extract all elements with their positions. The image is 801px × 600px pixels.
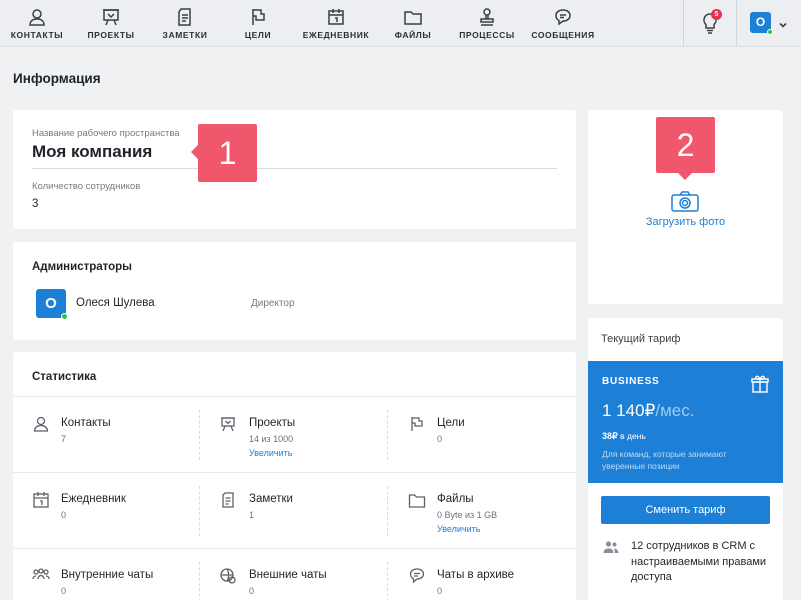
stat-external-chats-value: 0	[249, 586, 255, 596]
administrators-title: Администраторы	[32, 261, 132, 273]
folder-icon	[404, 11, 422, 25]
chat-icon	[408, 567, 426, 585]
easel-icon	[103, 9, 119, 26]
divider	[199, 486, 200, 536]
gift-icon[interactable]	[750, 374, 770, 394]
online-indicator	[767, 29, 773, 35]
divider	[387, 486, 388, 536]
divider	[13, 548, 576, 549]
plan-description: Для команд, которые занимают уверенные п…	[602, 449, 727, 471]
tariff-feature: 12 сотрудников в CRM с настраиваемыми пр…	[631, 540, 767, 583]
note-icon	[178, 8, 191, 26]
external-chat-icon	[219, 567, 237, 585]
chat-icon	[555, 9, 571, 26]
daily-suffix: в день	[617, 431, 646, 441]
stat-goals-label: Цели	[437, 417, 465, 429]
field-underline	[32, 168, 557, 169]
easel-icon	[219, 415, 237, 433]
stat-planner-label: Ежедневник	[61, 493, 126, 505]
camera-icon[interactable]	[670, 189, 700, 213]
administrators-card	[13, 242, 576, 340]
users-icon	[603, 540, 619, 554]
divider	[199, 562, 200, 600]
divider	[13, 396, 576, 397]
stat-notes-label: Заметки	[249, 493, 293, 505]
workspace-name-label: Название рабочего пространства	[32, 128, 180, 139]
notification-badge: 5	[711, 9, 722, 20]
stat-contacts-value: 7	[61, 434, 67, 444]
plan-price: 1 140₽/мес.	[602, 401, 694, 421]
folder-icon	[408, 491, 426, 509]
plan-name: BUSINESS	[602, 376, 660, 387]
nav-item-messages[interactable]: СООБЩЕНИЯ	[528, 0, 598, 47]
stat-internal-chats-label: Внутренние чаты	[61, 569, 154, 581]
toolbar-divider	[683, 0, 684, 47]
price-amount: 1 140₽	[602, 401, 656, 420]
stat-archived-chats-label: Чаты в архиве	[437, 569, 515, 581]
team-icon	[32, 567, 50, 585]
user-icon	[29, 9, 45, 26]
stamp-icon	[480, 8, 494, 26]
price-period: /мес.	[655, 401, 695, 420]
statistics-card	[13, 352, 576, 600]
top-navigation: КОНТАКТЫ ПРОЕКТЫ ЗАМЕТКИ ЦЕЛИ ЕЖЕДНЕВНИК…	[0, 0, 801, 47]
flag-icon	[408, 415, 426, 433]
employees-label: Количество сотрудников	[32, 181, 141, 192]
user-icon	[32, 415, 50, 433]
workspace-name-field[interactable]: Моя компания	[32, 142, 152, 162]
employees-count: 3	[32, 198, 39, 210]
stat-files-label: Файлы	[437, 493, 474, 505]
upload-photo-link[interactable]: Загрузить фото	[588, 216, 783, 228]
divider	[13, 472, 576, 473]
nav-item-files[interactable]: ФАЙЛЫ	[384, 0, 442, 47]
increase-projects-link[interactable]: Увеличить	[249, 448, 292, 458]
stat-notes-value: 1	[249, 510, 255, 520]
note-icon	[219, 491, 237, 509]
page-title: Информация	[13, 71, 101, 86]
divider	[199, 410, 200, 460]
stat-archived-chats-value: 0	[437, 586, 443, 596]
stat-projects-value: 14 из 1000	[249, 434, 294, 444]
stat-goals-value: 0	[437, 434, 443, 444]
stat-internal-chats-value: 0	[61, 586, 67, 596]
stat-contacts-label: Контакты	[61, 417, 111, 429]
flag-icon	[252, 9, 265, 25]
admin-name[interactable]: Олеся Шулева	[76, 297, 155, 309]
annotation-marker-2: 2	[656, 117, 715, 180]
nav-item-planner[interactable]: ЕЖЕДНЕВНИК	[297, 0, 375, 47]
online-indicator	[61, 313, 68, 320]
nav-item-processes[interactable]: ПРОЦЕССЫ	[455, 0, 519, 47]
divider	[387, 562, 388, 600]
plan-daily-price: 38₽ в день	[602, 431, 646, 442]
stat-files-value: 0 Byte из 1 GB	[437, 510, 498, 520]
nav-item-projects[interactable]: ПРОЕКТЫ	[82, 0, 140, 47]
stat-planner-value: 0	[61, 510, 67, 520]
change-tariff-button[interactable]: Сменить тариф	[601, 496, 770, 524]
toolbar-divider	[736, 0, 737, 47]
statistics-title: Статистика	[32, 371, 97, 383]
chevron-down-icon[interactable]	[778, 17, 788, 28]
nav-item-goals[interactable]: ЦЕЛИ	[229, 0, 287, 47]
nav-item-contacts[interactable]: КОНТАКТЫ	[8, 0, 66, 47]
admin-role: Директор	[251, 298, 295, 309]
daily-amount: 38₽	[602, 431, 618, 441]
divider	[387, 410, 388, 460]
increase-files-link[interactable]: Увеличить	[437, 524, 480, 534]
calendar-icon	[32, 491, 50, 509]
stat-external-chats-label: Внешние чаты	[249, 569, 327, 581]
annotation-marker-1: 1	[191, 124, 257, 182]
calendar-icon	[328, 9, 344, 25]
nav-item-notes[interactable]: ЗАМЕТКИ	[156, 0, 214, 47]
stat-projects-label: Проекты	[249, 417, 296, 429]
current-tariff-label: Текущий тариф	[601, 333, 681, 345]
